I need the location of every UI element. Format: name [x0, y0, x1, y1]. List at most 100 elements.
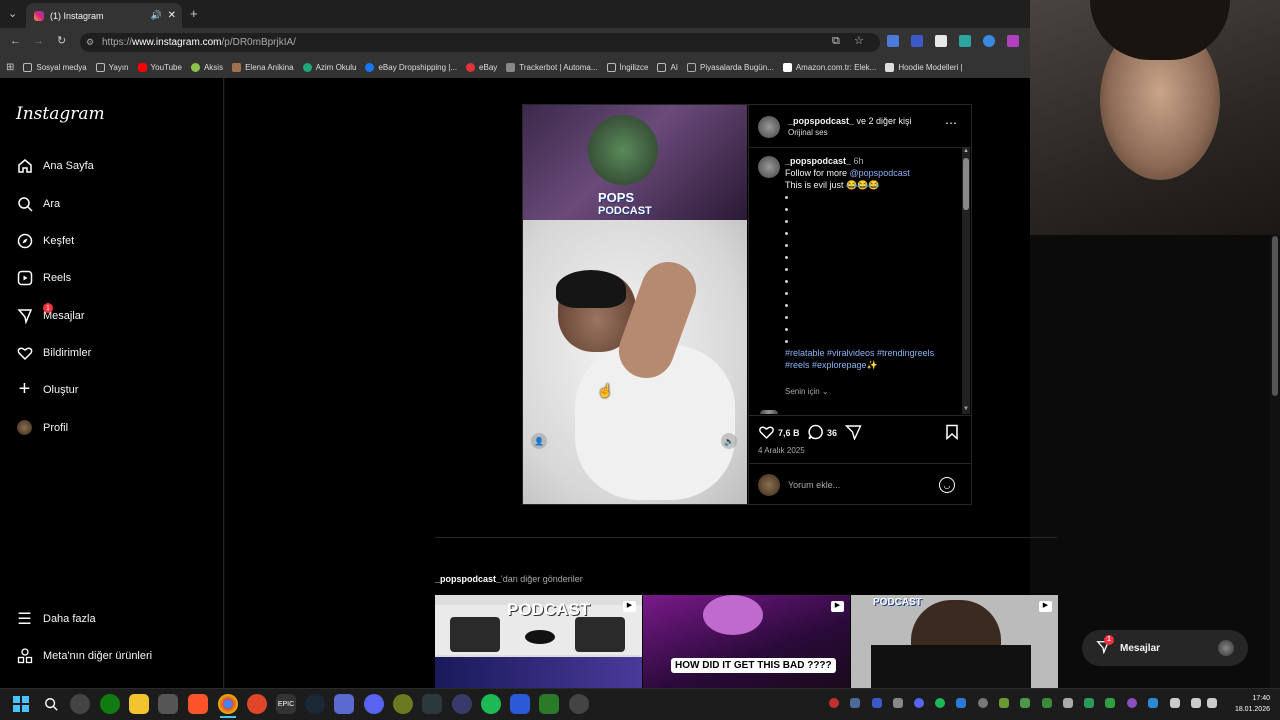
- tray-icon[interactable]: [1042, 698, 1052, 708]
- tray-icon[interactable]: [1105, 698, 1115, 708]
- forward-icon[interactable]: →: [33, 35, 44, 47]
- tray-icon[interactable]: [829, 698, 839, 708]
- hashtags[interactable]: #relatable #viralvideos #trendingreels: [785, 348, 934, 358]
- post-thumbnail[interactable]: HOW DID IT GET THIS BAD ???? ▶: [643, 595, 850, 688]
- post-header-users[interactable]: _popspodcast_ ve 2 diğer kişi: [788, 116, 912, 126]
- app-icon[interactable]: [422, 694, 442, 714]
- bookmark-item[interactable]: AI: [657, 62, 678, 72]
- new-tab-icon[interactable]: +: [190, 6, 198, 21]
- extension-icon[interactable]: [983, 35, 995, 47]
- scroll-down-icon[interactable]: ▼: [963, 406, 969, 412]
- tray-icon[interactable]: [914, 698, 924, 708]
- extension-icon[interactable]: [1007, 35, 1019, 47]
- tray-icon[interactable]: [1063, 698, 1073, 708]
- sidebar-item-messages[interactable]: 1 Mesajlar: [16, 303, 85, 324]
- mention-link[interactable]: @popspodcast: [850, 168, 910, 178]
- sidebar-item-notifications[interactable]: Bildirimler: [16, 344, 91, 361]
- extension-icon[interactable]: [959, 35, 971, 47]
- close-tab-icon[interactable]: ✕: [168, 10, 176, 21]
- brave-icon[interactable]: [188, 694, 208, 714]
- share-icon[interactable]: [844, 424, 862, 445]
- store-icon[interactable]: [158, 694, 178, 714]
- sidebar-item-search[interactable]: Ara: [16, 195, 60, 212]
- scrollbar-thumb[interactable]: [1272, 236, 1278, 396]
- app-icon[interactable]: [247, 694, 267, 714]
- file-explorer-icon[interactable]: [129, 694, 149, 714]
- translate-extension-icon[interactable]: [887, 35, 899, 47]
- steam-icon[interactable]: [305, 694, 325, 714]
- extension-icon[interactable]: [935, 35, 947, 47]
- browser-tab[interactable]: (1) Instagram 🔊 ✕: [26, 3, 182, 28]
- sidebar-item-create[interactable]: + Oluştur: [16, 378, 79, 400]
- tray-icon[interactable]: [956, 698, 966, 708]
- tray-icon[interactable]: [935, 698, 945, 708]
- search-icon[interactable]: [41, 694, 61, 714]
- url-field[interactable]: ⚙ https://www.instagram.com/p/DR0mBprjkI…: [80, 33, 880, 52]
- xbox-icon[interactable]: [100, 694, 120, 714]
- app-icon[interactable]: [510, 694, 530, 714]
- tag-user-icon[interactable]: 👤: [531, 433, 547, 449]
- sidebar-item-home[interactable]: Ana Sayfa: [16, 157, 94, 174]
- volume-icon[interactable]: 🔈: [721, 433, 737, 449]
- post-thumbnail[interactable]: PODCAST ▶: [435, 595, 642, 688]
- site-info-icon[interactable]: ⚙: [86, 37, 94, 48]
- back-icon[interactable]: ←: [10, 35, 21, 47]
- windows-start-icon[interactable]: [11, 694, 31, 714]
- tray-icon[interactable]: [1127, 698, 1137, 708]
- more-options-icon[interactable]: ⋯: [945, 116, 957, 130]
- chrome-icon[interactable]: [218, 694, 238, 714]
- app-icon[interactable]: [393, 694, 413, 714]
- sidebar-item-meta[interactable]: Meta'nın diğer ürünleri: [16, 647, 152, 664]
- speaker-icon[interactable]: 🔊: [151, 10, 162, 21]
- epic-games-icon[interactable]: EPIC: [276, 694, 296, 714]
- volume-icon[interactable]: [1207, 698, 1217, 708]
- taskbar-clock[interactable]: 17:40 18.01.2026: [1232, 693, 1270, 715]
- sidebar-item-explore[interactable]: Keşfet: [16, 232, 74, 249]
- network-icon[interactable]: [1191, 698, 1201, 708]
- like-icon[interactable]: [758, 424, 775, 445]
- bookmark-item[interactable]: Amazon.com.tr: Elek...: [782, 62, 876, 72]
- for-you-label[interactable]: Senin için ⌄: [785, 387, 829, 396]
- tab-search-icon[interactable]: ⌄: [8, 7, 17, 20]
- sidebar-item-profile[interactable]: Profil: [16, 419, 68, 436]
- tray-icon[interactable]: [893, 698, 903, 708]
- microphone-icon[interactable]: [1170, 698, 1180, 708]
- scroll-up-icon[interactable]: ▲: [963, 148, 969, 154]
- comment-input[interactable]: Yorum ekle...: [788, 480, 840, 490]
- save-bookmark-icon[interactable]: [945, 424, 959, 445]
- discord-icon[interactable]: [364, 694, 384, 714]
- messages-popup[interactable]: 1 Mesajlar: [1082, 630, 1248, 666]
- hashtags[interactable]: #reels #explorepage✨: [785, 360, 878, 371]
- reload-icon[interactable]: ↻: [57, 34, 66, 47]
- bookmark-item[interactable]: İngilizce: [606, 62, 648, 72]
- bookmark-item[interactable]: Elena Anikina: [232, 62, 294, 72]
- bookmark-item[interactable]: Yayın: [95, 62, 129, 72]
- tray-icon[interactable]: [850, 698, 860, 708]
- post-audio[interactable]: Orijinal ses: [788, 128, 828, 137]
- bookmark-item[interactable]: Aksis: [190, 62, 223, 72]
- app-icon[interactable]: [539, 694, 559, 714]
- like-count[interactable]: 7,6 B: [778, 428, 800, 438]
- bookmark-item[interactable]: Piyasalarda Bugün...: [687, 62, 774, 72]
- tray-icon[interactable]: [872, 698, 882, 708]
- avatar[interactable]: [758, 116, 780, 138]
- tray-icon[interactable]: [978, 698, 988, 708]
- bookmark-star-icon[interactable]: ☆: [854, 34, 864, 47]
- tray-icon[interactable]: [1084, 698, 1094, 708]
- comment-icon[interactable]: [807, 424, 824, 445]
- spotify-icon[interactable]: [481, 694, 501, 714]
- app-icon[interactable]: [569, 694, 589, 714]
- bookmark-item[interactable]: YouTube: [137, 62, 182, 72]
- post-thumbnail[interactable]: PODCAST ▶: [851, 595, 1058, 688]
- install-app-icon[interactable]: ⧉: [832, 35, 840, 48]
- bookmark-item[interactable]: Sosyal medya: [23, 62, 87, 72]
- bookmark-item[interactable]: eBay Dropshipping |...: [365, 62, 457, 72]
- avatar[interactable]: [758, 156, 780, 178]
- scrollbar-thumb[interactable]: [963, 158, 969, 210]
- tray-icon[interactable]: [1148, 698, 1158, 708]
- sidebar-item-reels[interactable]: Reels: [16, 269, 71, 286]
- more-posts-user-link[interactable]: _popspodcast_: [435, 574, 501, 584]
- bookmark-item[interactable]: Trackerbot | Automa...: [506, 62, 598, 72]
- tray-icon[interactable]: [1020, 698, 1030, 708]
- emoji-icon[interactable]: ◡: [939, 477, 955, 493]
